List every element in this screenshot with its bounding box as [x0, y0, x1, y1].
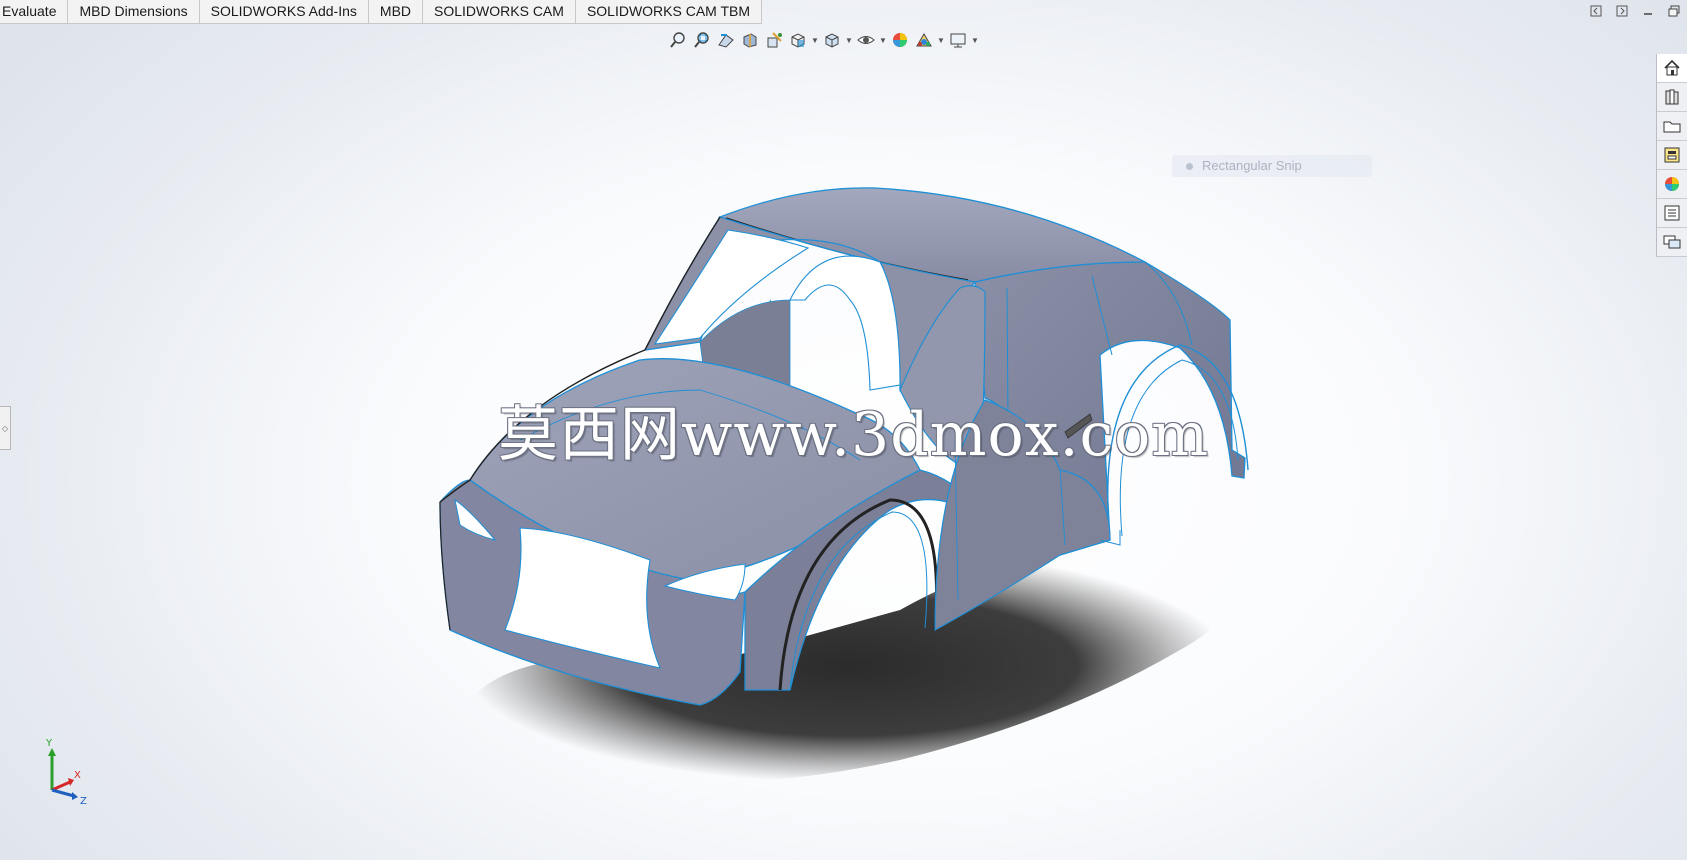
triad-z-label: Z	[80, 796, 87, 807]
side-window-opening	[789, 255, 901, 391]
triad-x-label: X	[74, 770, 81, 781]
watermark-text: 莫西网www.3dmox.com	[498, 400, 1210, 470]
triad-y-label: Y	[46, 738, 53, 749]
reference-triad: Y X Z	[40, 738, 96, 812]
triad-axes-icon	[48, 748, 78, 800]
